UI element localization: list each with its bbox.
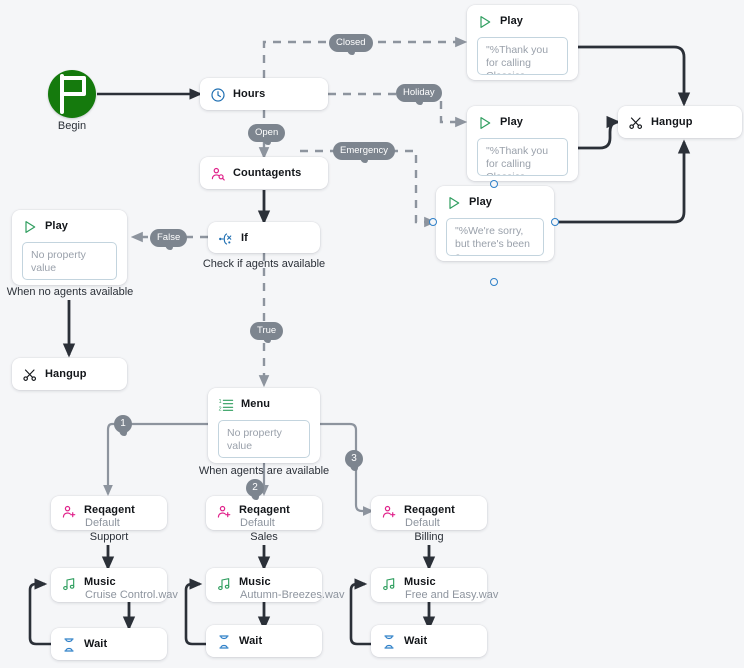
hourglass-icon <box>64 637 74 652</box>
caption-begin: Begin <box>57 120 87 132</box>
svg-text:2: 2 <box>219 406 222 412</box>
node-reqagent-sales-title: Reqagent <box>239 504 290 516</box>
node-begin[interactable] <box>48 70 96 118</box>
node-music-sales-title: Music <box>239 576 271 588</box>
node-music-support[interactable]: Music Cruise Control.wav <box>51 568 178 602</box>
node-play-no-agents-title: Play <box>45 220 69 232</box>
menu-property-value[interactable]: No property value <box>218 420 310 458</box>
node-play-holiday[interactable]: Play "%Thank you for calling Classics, .… <box>467 106 578 181</box>
clock-icon <box>211 87 225 102</box>
flag-icon <box>60 74 86 114</box>
play-icon <box>480 116 491 129</box>
edge-label-closed[interactable]: Closed <box>329 34 373 52</box>
handle-left-play-emergency[interactable] <box>429 218 437 226</box>
edge-hours-holiday <box>328 92 468 128</box>
edge-label-false[interactable]: False <box>150 229 188 247</box>
node-music-support-subtitle: Cruise Control.wav <box>85 589 178 601</box>
node-music-billing-subtitle: Free and Easy.wav <box>405 589 499 601</box>
edge-label-menu-option-3[interactable]: 3 <box>345 450 363 468</box>
node-if-title: If <box>241 232 248 244</box>
node-reqagent-billing-title: Reqagent <box>404 504 455 516</box>
branch-icon <box>219 232 232 245</box>
hangup-icon <box>629 116 643 129</box>
edge-label-holiday[interactable]: Holiday <box>396 84 442 102</box>
node-if[interactable]: If <box>208 222 320 253</box>
node-music-sales[interactable]: Music Autumn-Breezes.wav <box>206 568 345 602</box>
edge-playholiday-to-hangup <box>578 115 621 150</box>
node-hangup-right-title: Hangup <box>651 116 693 128</box>
request-agent-icon <box>217 505 231 518</box>
handle-bottom-play-emergency[interactable] <box>490 278 498 286</box>
play-no-agents-property-value[interactable]: No property value <box>22 242 117 280</box>
caption-if: Check if agents available <box>202 258 326 270</box>
node-reqagent-billing[interactable]: Reqagent Default <box>371 496 487 530</box>
numbered-list-icon: 1 2 <box>219 399 234 412</box>
node-play-holiday-title: Play <box>500 116 524 128</box>
hourglass-icon <box>384 634 394 649</box>
flow-canvas[interactable]: Begin Hours Countagents If Check if agen… <box>0 0 744 668</box>
node-play-emergency-title: Play <box>469 196 493 208</box>
request-agent-icon <box>62 505 76 518</box>
edge-label-emergency[interactable]: Emergency <box>333 142 396 160</box>
node-countagents[interactable]: Countagents <box>200 157 328 189</box>
node-menu-title: Menu <box>241 398 271 410</box>
node-hangup-left-title: Hangup <box>45 368 87 380</box>
node-countagents-title: Countagents <box>233 167 302 179</box>
node-play-closed[interactable]: Play "%Thank you for calling Classics, .… <box>467 5 578 80</box>
node-play-no-agents[interactable]: Play No property value <box>12 210 127 285</box>
node-reqagent-support[interactable]: Reqagent Default <box>51 496 167 530</box>
svg-text:1: 1 <box>219 399 222 405</box>
node-hangup-right[interactable]: Hangup <box>618 106 742 138</box>
node-play-emergency[interactable]: Play "%We're sorry, but there's been a .… <box>436 186 554 261</box>
node-music-sales-subtitle: Autumn-Breezes.wav <box>240 589 345 601</box>
edge-support-wait-music-loop <box>28 578 51 646</box>
play-icon <box>480 15 491 28</box>
caption-reqagent-support: Support <box>89 531 129 543</box>
node-wait-support[interactable]: Wait <box>51 628 167 660</box>
music-icon <box>218 578 230 591</box>
node-play-closed-title: Play <box>500 15 524 27</box>
caption-reqagent-billing: Billing <box>414 531 444 543</box>
node-music-support-title: Music <box>84 576 116 588</box>
node-hours-title: Hours <box>233 88 266 100</box>
handle-top-play-emergency[interactable] <box>490 180 498 188</box>
node-wait-sales-title: Wait <box>239 635 263 647</box>
node-wait-support-title: Wait <box>84 638 108 650</box>
node-wait-billing[interactable]: Wait <box>371 625 487 657</box>
caption-reqagent-sales: Sales <box>250 531 278 543</box>
edge-label-open[interactable]: Open <box>248 124 286 142</box>
hangup-icon <box>23 368 37 381</box>
node-hangup-left[interactable]: Hangup <box>12 358 127 390</box>
node-reqagent-support-subtitle: Default <box>85 517 120 529</box>
play-icon <box>25 220 36 233</box>
node-reqagent-sales[interactable]: Reqagent Default <box>206 496 322 530</box>
node-reqagent-billing-subtitle: Default <box>405 517 440 529</box>
request-agent-icon <box>382 505 396 518</box>
node-menu[interactable]: 1 2 Menu No property value <box>208 388 320 463</box>
play-closed-property-value[interactable]: "%Thank you for calling Classics, ... <box>477 37 568 75</box>
caption-menu: When agents are available <box>198 465 330 477</box>
caption-play-no-agents: When no agents available <box>6 286 134 298</box>
edge-playclosed-to-hangup <box>578 45 691 107</box>
node-music-billing[interactable]: Music Free and Easy.wav <box>371 568 498 602</box>
play-emergency-property-value[interactable]: "%We're sorry, but there's been a ... <box>446 218 544 256</box>
edge-billing-wait-music-loop <box>349 578 371 646</box>
edge-label-true[interactable]: True <box>250 322 284 340</box>
handle-right-play-emergency[interactable] <box>551 218 559 226</box>
node-wait-billing-title: Wait <box>404 635 428 647</box>
count-agents-icon <box>211 167 225 181</box>
hourglass-icon <box>219 634 229 649</box>
play-icon <box>449 196 460 209</box>
node-hours[interactable]: Hours <box>200 78 328 110</box>
play-holiday-property-value[interactable]: "%Thank you for calling Classics, ... <box>477 138 568 176</box>
node-reqagent-support-title: Reqagent <box>84 504 135 516</box>
edge-label-menu-option-2[interactable]: 2 <box>246 479 264 497</box>
edge-sales-wait-music-loop <box>184 578 206 646</box>
music-icon <box>383 578 395 591</box>
node-music-billing-title: Music <box>404 576 436 588</box>
music-icon <box>63 578 75 591</box>
node-wait-sales[interactable]: Wait <box>206 625 322 657</box>
node-reqagent-sales-subtitle: Default <box>240 517 275 529</box>
edge-label-menu-option-1[interactable]: 1 <box>114 415 132 433</box>
